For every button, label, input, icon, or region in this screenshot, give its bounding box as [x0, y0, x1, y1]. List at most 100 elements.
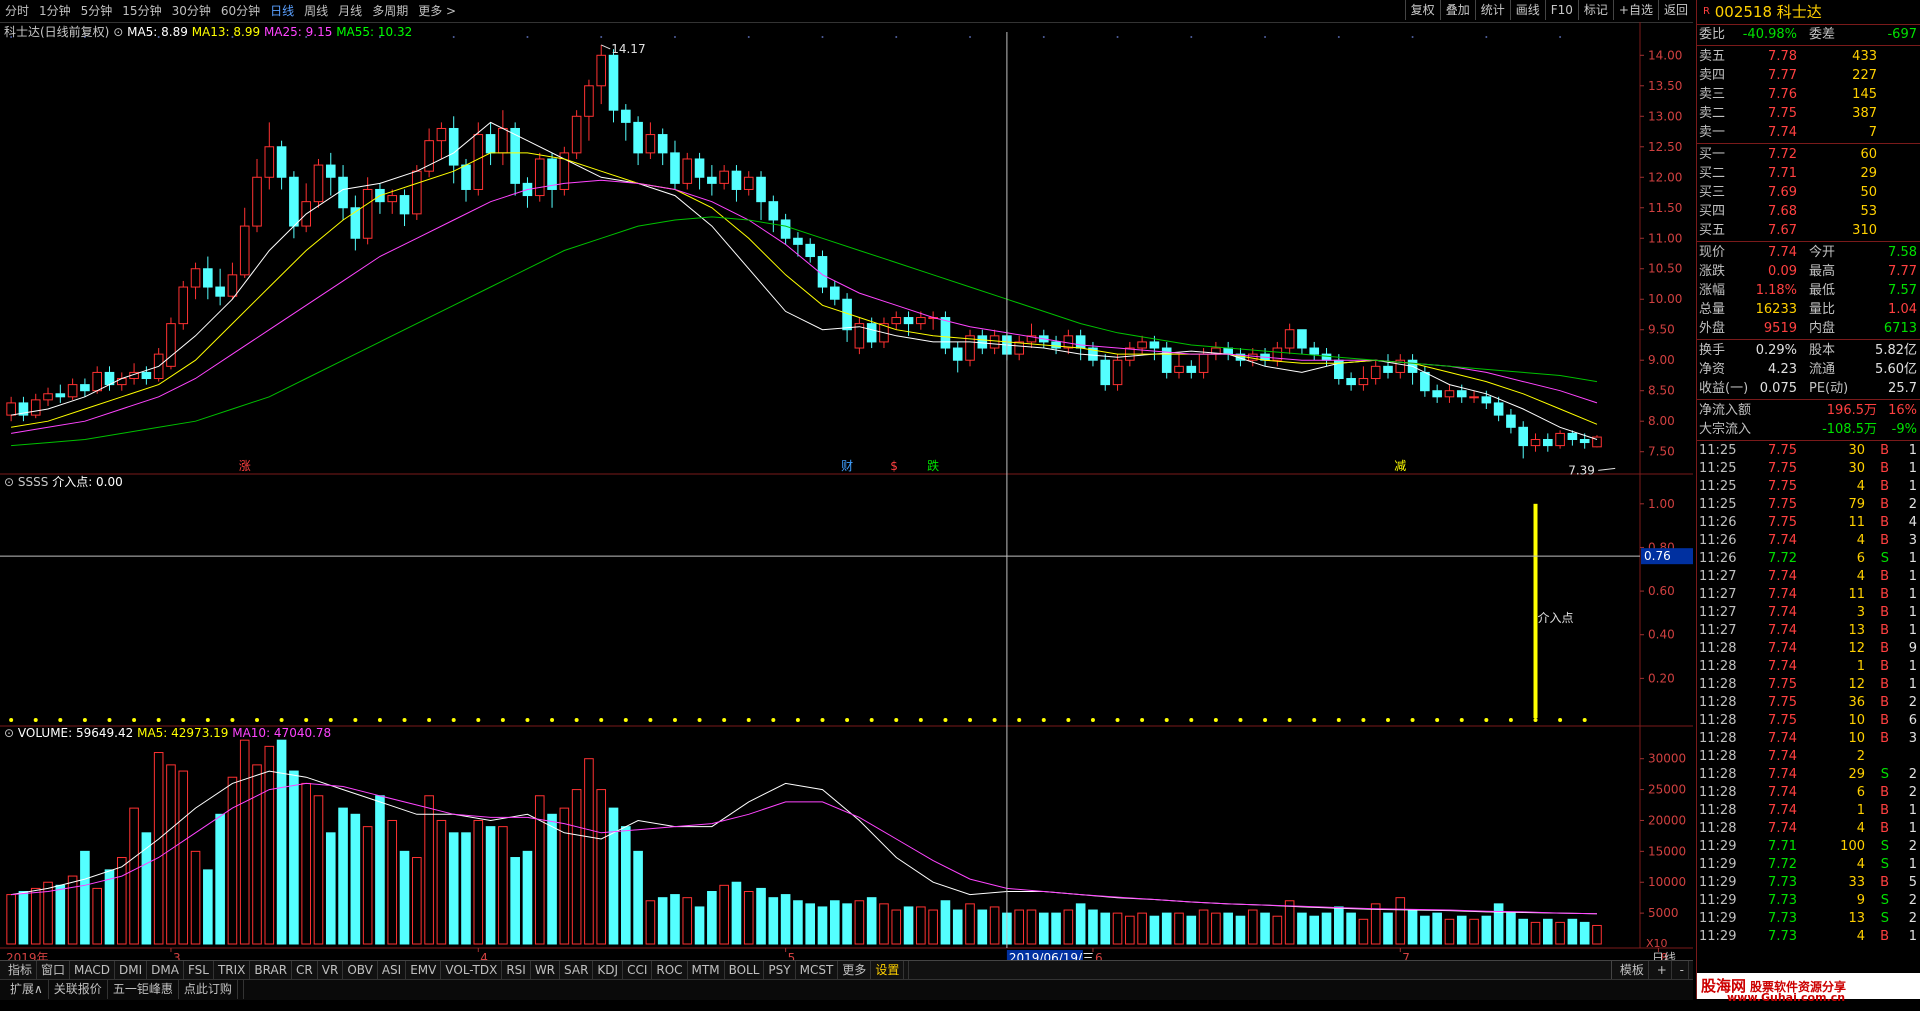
period-tab[interactable]: 30分钟: [167, 0, 216, 22]
bottom-tab[interactable]: 扩展∧: [5, 980, 49, 999]
indicator-tab[interactable]: MACD: [70, 961, 116, 979]
indicator-tab[interactable]: ASI: [378, 961, 407, 979]
quote-row[interactable]: 涨跌 0.09 最高 7.77: [1697, 262, 1920, 281]
period-tab[interactable]: 15分钟: [117, 0, 166, 22]
indicator-tab[interactable]: MTM: [688, 961, 725, 979]
ssss-dot: [992, 718, 997, 722]
bottom-tab[interactable]: 五一钜峰惠: [108, 980, 179, 999]
ssss-dot: [771, 718, 776, 722]
tick-time: 11:25: [1699, 497, 1737, 512]
bottom-tab[interactable]: 关联报价: [49, 980, 108, 999]
volume-bar: [1026, 909, 1037, 945]
candle-body: [313, 164, 324, 203]
fund-row[interactable]: 收益(一) 0.075 PE(动) 25.7: [1697, 379, 1920, 398]
weicha-label: 委差: [1809, 27, 1836, 42]
candle-body: [1100, 359, 1111, 386]
volume-bar: [977, 909, 988, 945]
collapse-icon[interactable]: ⊙: [113, 25, 123, 39]
period-tab[interactable]: 60分钟: [216, 0, 265, 22]
tool-button[interactable]: 画线: [1509, 0, 1545, 20]
period-tab[interactable]: 1分钟: [34, 0, 76, 22]
indicator-tab[interactable]: SAR: [560, 961, 594, 979]
kline-chart-area[interactable]: 14.00 13.50 13.00 12.50 12.00 11.50 11.00 10.50…: [0, 22, 1693, 960]
zoom-out-button[interactable]: -: [1676, 961, 1689, 979]
volume-bar: [1567, 918, 1578, 945]
bid-row[interactable]: 买三 7.69 50: [1697, 183, 1920, 202]
indicator-tab[interactable]: RSI: [502, 961, 531, 979]
indicator-tab[interactable]: CR: [292, 961, 318, 979]
ssss-dot: [58, 718, 63, 722]
indicator-tab[interactable]: 窗口: [37, 961, 71, 979]
candle-body: [1506, 414, 1516, 428]
period-tab[interactable]: 5分钟: [76, 0, 118, 22]
collapse-icon[interactable]: ⊙: [4, 475, 14, 489]
period-tab[interactable]: 多周期: [367, 0, 413, 22]
ask-row[interactable]: 卖一 7.74 7: [1697, 123, 1920, 142]
ask-row[interactable]: 卖四 7.77 227: [1697, 66, 1920, 85]
tool-button[interactable]: 统计: [1474, 0, 1510, 20]
ask-row[interactable]: 卖五 7.78 433: [1697, 47, 1920, 66]
indicator-tab[interactable]: 更多: [838, 961, 872, 979]
period-tab[interactable]: 更多 >: [413, 0, 461, 22]
quote-row[interactable]: 现价 7.74 今开 7.58: [1697, 243, 1920, 262]
tool-button[interactable]: 复权: [1404, 0, 1440, 20]
fund-row[interactable]: 净资 4.23 流通 5.60亿: [1697, 360, 1920, 379]
indicator-tab[interactable]: DMI: [115, 961, 148, 979]
period-tab[interactable]: 月线: [333, 0, 367, 22]
indicator-tab[interactable]: CCI: [623, 961, 653, 979]
indicator-tab[interactable]: TRIX: [214, 961, 251, 979]
volume-bar: [448, 832, 459, 945]
bid-row[interactable]: 买二 7.71 29: [1697, 164, 1920, 183]
indicator-tab[interactable]: 设置: [871, 961, 905, 979]
bid-row[interactable]: 买一 7.72 60: [1697, 145, 1920, 164]
ask-row[interactable]: 卖二 7.75 387: [1697, 104, 1920, 123]
flow-row[interactable]: 大宗流入 -108.5万 -9%: [1697, 420, 1920, 439]
flow-row[interactable]: 净流入额 196.5万 16%: [1697, 401, 1920, 420]
tool-button[interactable]: 返回: [1657, 0, 1693, 20]
tool-button[interactable]: 标记: [1577, 0, 1613, 20]
quote-row[interactable]: 涨幅 1.18% 最低 7.57: [1697, 281, 1920, 300]
volume-bar: [498, 826, 508, 945]
fund-row[interactable]: 换手 0.29% 股本 5.82亿: [1697, 341, 1920, 360]
indicator-tab[interactable]: OBV: [343, 961, 378, 979]
bottom-tab[interactable]: 点此订购: [179, 980, 238, 999]
ask-volume: 145: [1852, 87, 1877, 102]
indicator-tab[interactable]: BRAR: [250, 961, 293, 979]
tick-side: S: [1880, 767, 1889, 782]
volume-bar: [387, 819, 398, 945]
tick-price: 7.74: [1768, 767, 1797, 782]
collapse-icon[interactable]: ⊙: [4, 726, 14, 740]
indicator-tab[interactable]: MCST: [796, 961, 839, 979]
tool-button[interactable]: F10: [1544, 0, 1578, 20]
candle-body: [707, 176, 717, 184]
tick-row: 11:25 7.75 30 B 1: [1697, 442, 1920, 460]
bid-row[interactable]: 买五 7.67 310: [1697, 221, 1920, 240]
period-tab[interactable]: 日线: [265, 0, 299, 22]
quote-row[interactable]: 外盘 9519 内盘 6713: [1697, 319, 1920, 338]
indicator-tab[interactable]: PSY: [764, 961, 796, 979]
ask-row[interactable]: 卖三 7.76 145: [1697, 85, 1920, 104]
tool-button[interactable]: +自选: [1612, 0, 1658, 20]
zoom-in-button[interactable]: +: [1653, 961, 1672, 979]
indicator-tab[interactable]: VOL-TDX: [441, 961, 503, 979]
bid-row[interactable]: 买四 7.68 53: [1697, 202, 1920, 221]
indicator-tab[interactable]: FSL: [184, 961, 214, 979]
tool-button[interactable]: 叠加: [1439, 0, 1475, 20]
flag-badge: R: [1703, 6, 1710, 17]
indicator-tab[interactable]: DMA: [147, 961, 184, 979]
indicator-tab[interactable]: EMV: [406, 961, 442, 979]
period-tab[interactable]: 分时: [0, 0, 34, 22]
quote-value: 1.18%: [1755, 283, 1797, 298]
indicator-tab[interactable]: 指标: [4, 961, 38, 979]
indicator-tab[interactable]: BOLL: [725, 961, 765, 979]
indicator-tab[interactable]: WR: [531, 961, 561, 979]
volume-bar: [1420, 915, 1430, 945]
indicator-tab[interactable]: VR: [318, 961, 344, 979]
quote-row[interactable]: 总量 16233 量比 1.04: [1697, 300, 1920, 319]
ssss-dot: [1238, 718, 1243, 722]
indicator-tab[interactable]: ROC: [652, 961, 688, 979]
indicator-tab[interactable]: KDJ: [593, 961, 624, 979]
period-tab[interactable]: 周线: [299, 0, 333, 22]
ssss-dot: [1017, 718, 1022, 722]
template-button[interactable]: 模板: [1616, 961, 1649, 979]
